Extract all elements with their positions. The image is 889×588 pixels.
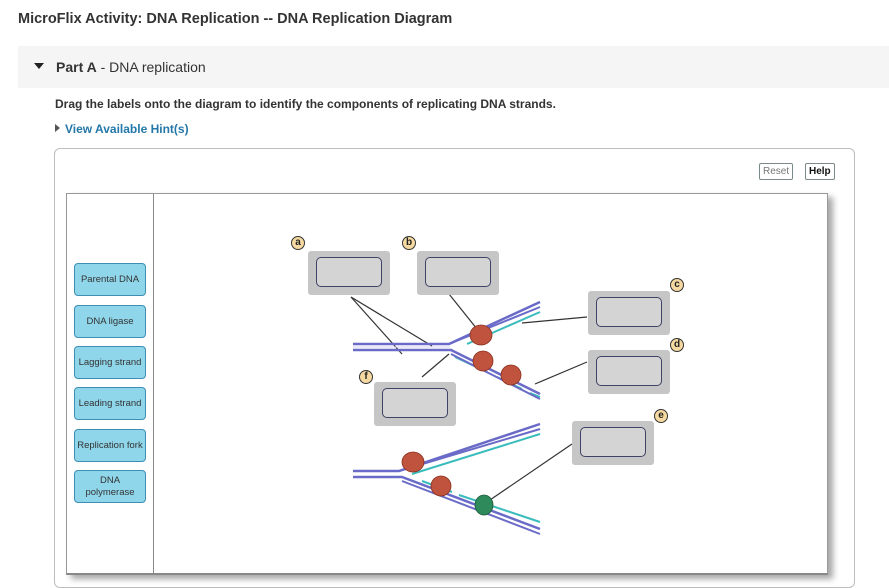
drop-zone-b-slot[interactable] — [425, 257, 491, 287]
polymerase-blob-1 — [469, 324, 493, 346]
leader-line-a1 — [350, 296, 403, 355]
leader-line-f — [421, 353, 450, 378]
drop-zone-b[interactable] — [417, 251, 499, 295]
drop-zone-d-slot[interactable] — [596, 356, 662, 386]
reset-button[interactable]: Reset — [759, 163, 794, 180]
polymerase-blob-4 — [401, 451, 425, 473]
part-separator: - — [96, 59, 110, 75]
drop-zone-a[interactable] — [308, 251, 390, 295]
target-letter-e: e — [654, 409, 668, 423]
daughter-template-lower — [450, 348, 541, 396]
ligase-blob — [474, 494, 494, 516]
leader-line-d — [534, 361, 588, 385]
part-subtitle: DNA replication — [109, 59, 206, 75]
drop-zone-d[interactable] — [588, 350, 670, 394]
leader-line-a2 — [350, 296, 433, 347]
part-a-header[interactable]: Part A - DNA replication — [18, 46, 889, 88]
hint-link-label: View Available Hint(s) — [65, 122, 189, 136]
collapse-caret-icon[interactable] — [34, 63, 44, 69]
bottom-leading-new — [411, 433, 541, 475]
leader-line-c — [521, 316, 588, 324]
bottom-template-lower — [401, 480, 541, 535]
leader-line-b — [448, 293, 478, 330]
expand-triangle-icon — [55, 124, 60, 132]
part-name: Part A — [56, 59, 97, 75]
part-title: Part A - DNA replication — [56, 59, 206, 75]
drop-zone-c-slot[interactable] — [596, 297, 662, 327]
parental-strand-top-1 — [353, 300, 541, 346]
target-letter-b: b — [402, 236, 416, 250]
target-letter-a: a — [291, 236, 305, 250]
view-hints-link[interactable]: View Available Hint(s) — [55, 122, 189, 136]
polymerase-blob-2 — [472, 350, 494, 372]
diagram-stage: Parental DNA DNA ligase Lagging strand L… — [66, 193, 828, 575]
polymerase-blob-3 — [500, 364, 522, 386]
drop-zone-f-slot[interactable] — [382, 388, 448, 418]
drop-zone-c[interactable] — [588, 291, 670, 335]
drop-zone-e-slot[interactable] — [580, 427, 646, 457]
target-letter-f: f — [359, 370, 373, 384]
template-upper-2 — [448, 306, 541, 345]
drop-zone-f[interactable] — [374, 382, 456, 426]
target-letter-c: c — [670, 278, 684, 292]
help-button[interactable]: Help — [805, 163, 835, 180]
drop-zone-a-slot[interactable] — [316, 257, 382, 287]
instructions: Drag the labels onto the diagram to iden… — [55, 97, 556, 111]
template-lower-2 — [450, 353, 541, 400]
page-title: MicroFlix Activity: DNA Replication -- D… — [18, 11, 453, 27]
target-letter-d: d — [670, 338, 684, 352]
drop-zone-e[interactable] — [572, 421, 654, 465]
leader-line-e — [486, 443, 573, 503]
polymerase-blob-5 — [430, 475, 452, 497]
